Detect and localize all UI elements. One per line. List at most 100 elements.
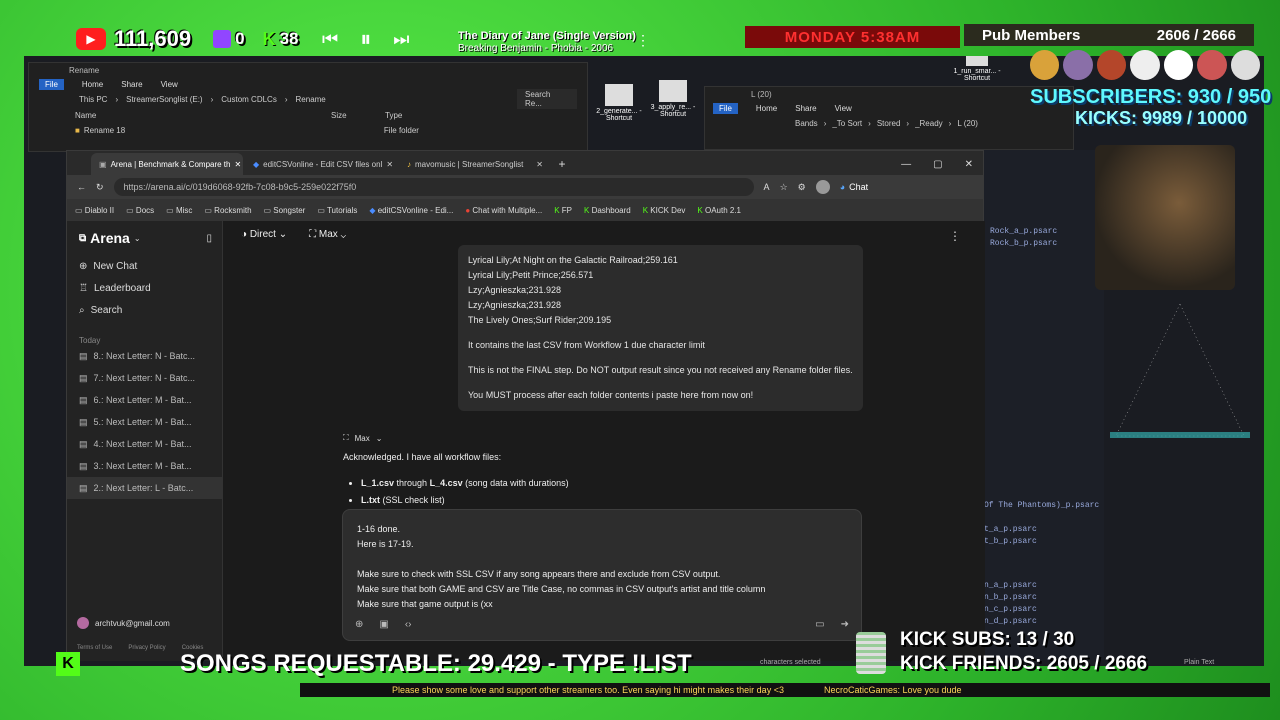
file-item[interactable]: Of The Phantoms)_p.psarc	[984, 500, 1099, 512]
back-icon[interactable]: ←	[77, 182, 86, 192]
col-name[interactable]: Name	[75, 111, 331, 120]
more-icon[interactable]: ⋮	[636, 32, 650, 49]
more-options-icon[interactable]: ⋮	[949, 229, 961, 243]
sidebar-toggle-icon[interactable]: ▯	[206, 233, 212, 244]
tab-arena[interactable]: ▣ Arena | Benchmark & Compare th ✕	[91, 153, 243, 175]
history-item-active[interactable]: ▤ 2.: Next Letter: L - Batc...	[67, 477, 222, 499]
file-item[interactable]: n_a_p.psarc	[984, 580, 1037, 592]
history-item[interactable]: ▤ 6.: Next Letter: M - Bat...	[67, 389, 222, 411]
chat-button[interactable]: ◕ Chat	[840, 182, 868, 192]
bookmark-fp[interactable]: K FP	[554, 206, 572, 215]
explorer2-menu-home[interactable]: Home	[756, 104, 777, 113]
explorer-menu-share[interactable]: Share	[121, 80, 142, 89]
path2-ready[interactable]: _Ready	[915, 119, 943, 128]
translate-icon[interactable]: A	[764, 182, 770, 192]
bookmark-diablo[interactable]: ▭ Diablo II	[75, 206, 114, 215]
file-item[interactable]: n_d_p.psarc	[984, 616, 1037, 628]
tab-label: Arena | Benchmark & Compare th	[110, 159, 231, 169]
close-icon[interactable]: ✕	[536, 160, 543, 169]
desktop-shortcut-apply[interactable]: 3_apply_re... - Shortcut	[650, 80, 696, 118]
bookmark-rocksmith[interactable]: ▭ Rocksmith	[204, 206, 251, 215]
path-this-pc[interactable]: This PC	[79, 95, 107, 104]
privacy-link[interactable]: Privacy Policy	[128, 645, 165, 651]
terms-link[interactable]: Terms of Use	[77, 645, 112, 651]
file-item[interactable]: Rock_a_p.psarc	[990, 226, 1057, 238]
bookmark-misc[interactable]: ▭ Misc	[166, 206, 192, 215]
attach-icon[interactable]: ▭	[815, 617, 824, 632]
explorer-menu-file[interactable]: File	[39, 78, 64, 90]
desktop-shortcut-run[interactable]: 1_run_smar... - Shortcut	[952, 56, 1002, 82]
path2-l20[interactable]: L (20)	[957, 119, 978, 128]
send-icon[interactable]: ➜	[841, 617, 849, 632]
chat-ticker: Please show some love and support other …	[300, 683, 1270, 697]
col-type[interactable]: Type	[385, 111, 402, 120]
bookmark-kick-dev[interactable]: K KICK Dev	[643, 206, 686, 215]
bookmark-dashboard[interactable]: K Dashboard	[584, 206, 631, 215]
explorer-menu-view[interactable]: View	[161, 80, 178, 89]
history-item[interactable]: ▤ 8.: Next Letter: N - Batc...	[67, 345, 222, 367]
bookmark-editcsv[interactable]: ◆ editCSVonline - Edi...	[369, 206, 453, 215]
file-item[interactable]: t_a_p.psarc	[984, 524, 1037, 536]
history-item[interactable]: ▤ 3.: Next Letter: M - Bat...	[67, 455, 222, 477]
history-item[interactable]: ▤ 4.: Next Letter: M - Bat...	[67, 433, 222, 455]
bookmark-tutorials[interactable]: ▭ Tutorials	[317, 206, 357, 215]
image-icon[interactable]: ▣	[379, 617, 388, 632]
previous-track-icon[interactable]: ⏮	[322, 29, 338, 50]
maximize-icon[interactable]: ▢	[933, 159, 942, 170]
row-name[interactable]: Rename 18	[84, 126, 384, 135]
close-window-icon[interactable]: ✕	[965, 159, 973, 170]
pause-icon[interactable]: ⏸	[360, 26, 371, 52]
bookmark-docs[interactable]: ▭ Docs	[126, 206, 154, 215]
history-item[interactable]: ▤ 5.: Next Letter: M - Bat...	[67, 411, 222, 433]
file-item[interactable]: n_c_p.psarc	[984, 604, 1037, 616]
code-icon[interactable]: ‹›	[405, 617, 412, 632]
reload-icon[interactable]: ↻	[96, 182, 104, 193]
mode-dropdown[interactable]: ◑ Direct ⌄	[241, 229, 287, 240]
desktop-shortcut-generate[interactable]: 2_generate... - Shortcut	[596, 84, 642, 122]
leaderboard-link[interactable]: ♖ Leaderboard	[67, 277, 222, 299]
arena-logo[interactable]: Arena	[90, 230, 130, 246]
explorer2-menu-view[interactable]: View	[835, 104, 852, 113]
minimize-icon[interactable]: —	[901, 159, 911, 170]
bookmark-chat-multiple[interactable]: ● Chat with Multiple...	[465, 206, 542, 215]
now-playing: The Diary of Jane (Single Version) Break…	[458, 30, 638, 55]
message-composer[interactable]: 1-16 done. Here is 17-19. Make sure to c…	[342, 509, 862, 641]
user-account[interactable]: archtvuk@gmail.com	[77, 617, 170, 629]
path-rename[interactable]: Rename	[296, 95, 326, 104]
explorer-search[interactable]: Search Re...	[517, 89, 577, 109]
path2-stored[interactable]: Stored	[877, 119, 901, 128]
file-item[interactable]: t_b_p.psarc	[984, 536, 1037, 548]
file-item[interactable]: n_b_p.psarc	[984, 592, 1037, 604]
explorer-menu-home[interactable]: Home	[82, 80, 103, 89]
right-file-list: Rock_a_p.psarc Rock_b_p.psarc Of The Pha…	[984, 150, 1104, 660]
chevron-down-icon[interactable]: ⌄	[134, 234, 141, 243]
history-item[interactable]: ▤ 7.: Next Letter: N - Batc...	[67, 367, 222, 389]
new-tab-icon[interactable]: +	[553, 153, 571, 175]
path2-bands[interactable]: Bands	[795, 119, 818, 128]
star-icon[interactable]: ☆	[780, 182, 788, 193]
bookmark-oauth[interactable]: K OAuth 2.1	[697, 206, 741, 215]
search-link[interactable]: ⌕ Search	[67, 299, 222, 321]
close-icon[interactable]: ✕	[234, 160, 241, 169]
profile-icon[interactable]	[815, 180, 830, 194]
url-field[interactable]: https://arena.ai/c/019d6068-92fb-7c08-b9…	[113, 178, 754, 196]
bookmark-songster[interactable]: ▭ Songster	[264, 206, 306, 215]
new-chat-button[interactable]: ⊕ New Chat	[67, 255, 222, 277]
explorer2-menu-file[interactable]: File	[713, 102, 738, 114]
path-custom-cdlcs[interactable]: Custom CDLCs	[221, 95, 277, 104]
next-track-icon[interactable]: ⏭	[393, 29, 409, 50]
chevron-down-icon[interactable]: ⌄	[376, 434, 383, 443]
file-item[interactable]: Rock_b_p.psarc	[990, 238, 1057, 250]
model-dropdown[interactable]: ⛶ Max ⌄	[309, 229, 346, 240]
shortcut-label: 3_apply_re... - Shortcut	[650, 104, 696, 118]
extensions-icon[interactable]: ⚙	[798, 182, 806, 193]
globe-icon[interactable]: ⊕	[355, 617, 363, 632]
tab-mavomusic[interactable]: ♪ mavomusic | StreamerSonglist ✕	[399, 153, 551, 175]
path-drive[interactable]: StreamerSonglist (E:)	[126, 95, 202, 104]
close-icon[interactable]: ✕	[386, 160, 393, 169]
col-size[interactable]: Size	[331, 111, 385, 120]
tab-editcsv[interactable]: ◆ editCSVonline - Edit CSV files onl ✕	[245, 153, 397, 175]
path2-to-sort[interactable]: _To Sort	[832, 119, 862, 128]
composer-line: Make sure that game output is (xx	[357, 599, 493, 609]
explorer2-menu-share[interactable]: Share	[795, 104, 816, 113]
